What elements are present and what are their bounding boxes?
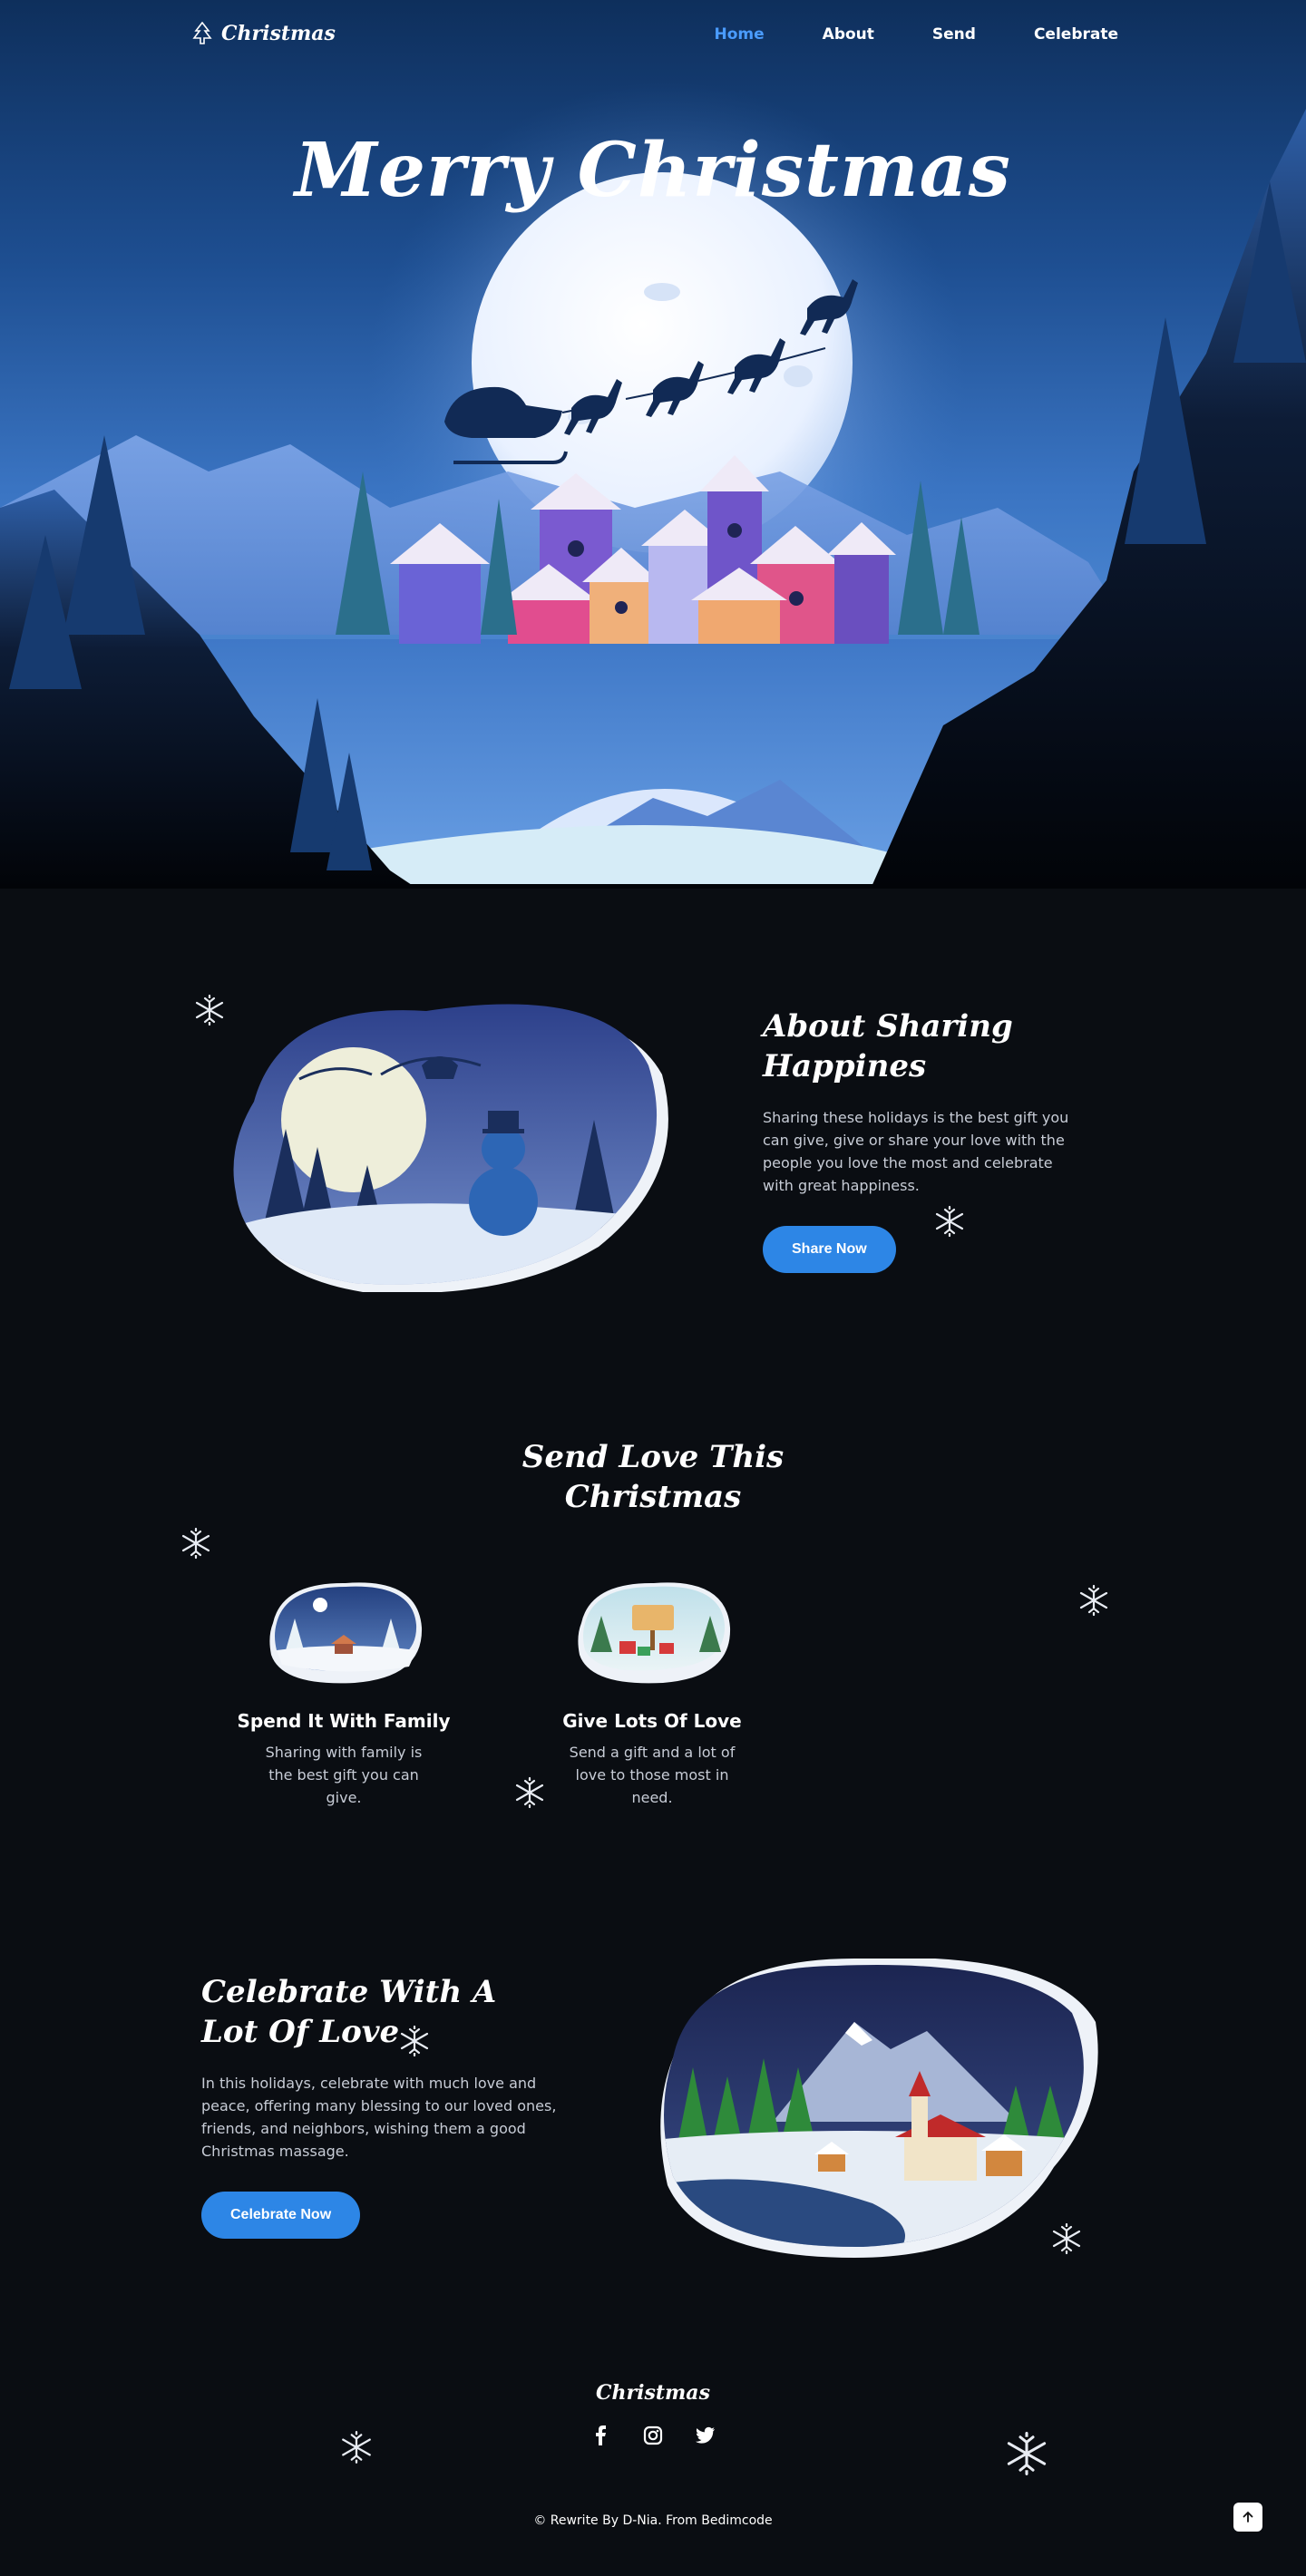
- twitter-icon[interactable]: [695, 2425, 716, 2446]
- logo[interactable]: Christmas: [192, 22, 336, 45]
- love-card-image: [578, 1582, 731, 1684]
- about-text: About Sharing Happines Sharing these hol…: [763, 1006, 1071, 1273]
- card-family-description: Sharing with family is the best gift you…: [265, 1744, 423, 1806]
- nav-home[interactable]: Home: [715, 25, 765, 44]
- facebook-icon[interactable]: [590, 2425, 611, 2446]
- send-title: Send Love This Christmas: [521, 1439, 785, 1515]
- arrow-up-icon: [1243, 2511, 1253, 2523]
- snowflake-icon: [1079, 1584, 1108, 1617]
- celebrate-text: Celebrate With A Lot Of Love In this hol…: [201, 1972, 564, 2239]
- celebrate-title: Celebrate With A Lot Of Love: [201, 1974, 497, 2050]
- main-nav: Home About Send Celebrate: [715, 25, 1118, 44]
- card-love-description: Send a gift and a lot of love to those m…: [569, 1744, 736, 1806]
- celebrate-village-image: [660, 1959, 1098, 2258]
- logo-text: Christmas: [221, 22, 336, 45]
- scroll-top-button[interactable]: [1233, 2503, 1262, 2532]
- christmas-tree-icon: [192, 22, 212, 44]
- instagram-icon[interactable]: [642, 2425, 664, 2446]
- copyright: © Rewrite By D-Nia. From Bedimcode: [533, 2513, 773, 2528]
- nav-about[interactable]: About: [823, 25, 874, 44]
- card-love-title: Give Lots Of Love: [562, 1710, 742, 1732]
- snowflake-icon: [515, 1776, 544, 1809]
- snowflake-icon: [181, 1527, 210, 1560]
- snowflake-icon: [195, 994, 224, 1026]
- hero-title: Merry Christmas: [295, 127, 1011, 214]
- family-card-image: [269, 1582, 423, 1684]
- snowflake-icon: [342, 2431, 371, 2464]
- celebrate-description: In this holidays, celebrate with much lo…: [201, 2075, 557, 2160]
- card-family: Spend It With Family Sharing with family…: [230, 1578, 457, 1809]
- card-family-title: Spend It With Family: [237, 1710, 451, 1732]
- share-now-button[interactable]: Share Now: [763, 1226, 896, 1273]
- celebrate-now-button[interactable]: Celebrate Now: [201, 2192, 361, 2239]
- nav-celebrate[interactable]: Celebrate: [1034, 25, 1118, 44]
- site-header: Christmas Home About Send Celebrate: [0, 0, 1306, 73]
- social-links: [590, 2425, 716, 2446]
- about-title: About Sharing Happines: [763, 1008, 1013, 1084]
- snowflake-icon: [1052, 2222, 1081, 2255]
- hero-section: Merry Christmas: [0, 0, 1306, 889]
- card-love: Give Lots Of Love Send a gift and a lot …: [539, 1578, 765, 1809]
- snowflake-icon: [935, 1205, 964, 1238]
- snowflake-icon: [1007, 2432, 1047, 2475]
- nav-send[interactable]: Send: [932, 25, 976, 44]
- footer-logo[interactable]: Christmas: [0, 2381, 1306, 2405]
- snowflake-icon: [400, 2025, 429, 2057]
- about-snowman-image: [233, 1004, 668, 1292]
- about-description: Sharing these holidays is the best gift …: [763, 1109, 1069, 1194]
